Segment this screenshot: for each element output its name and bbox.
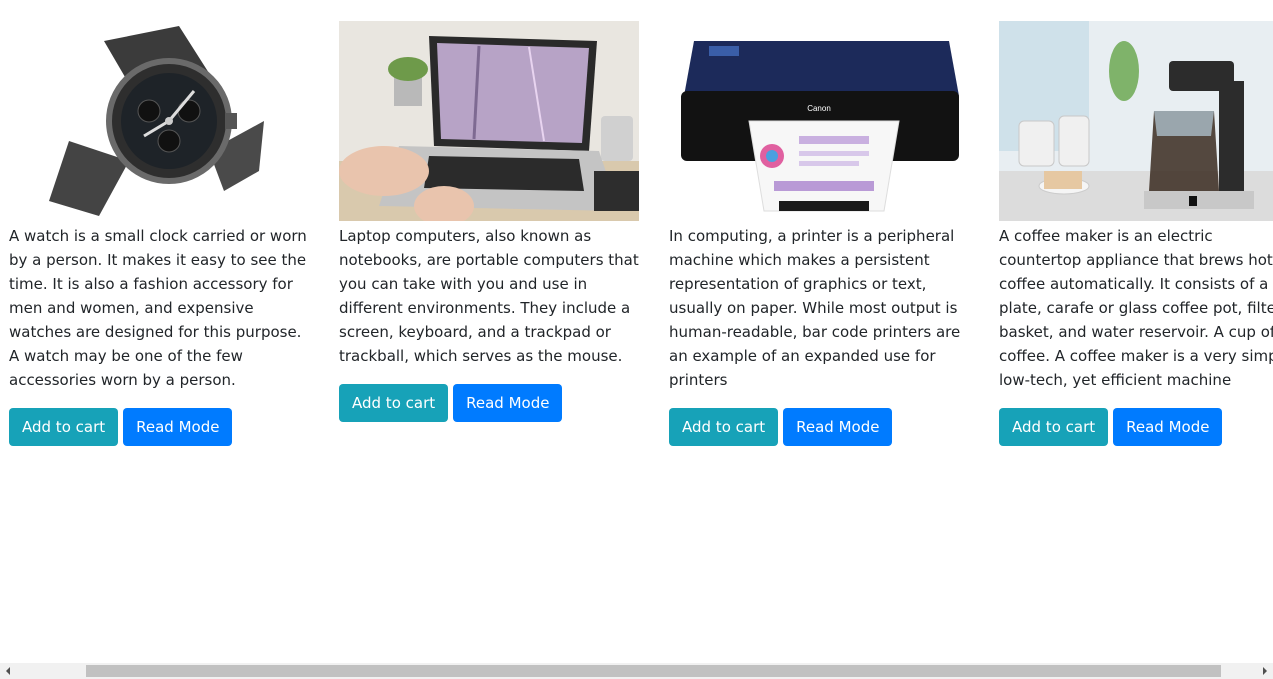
scroll-left-arrow-icon[interactable]	[0, 663, 16, 679]
read-mode-button[interactable]: Read Mode	[783, 408, 893, 446]
coffee-maker-image	[999, 21, 1273, 221]
add-to-cart-button[interactable]: Add to cart	[9, 408, 119, 446]
product-card-watch: A watch is a small clock carried or worn…	[9, 21, 309, 446]
wristwatch-image	[9, 21, 309, 221]
product-description: A coffee maker is an electric countertop…	[999, 227, 1273, 389]
svg-text:Canon: Canon	[807, 104, 831, 113]
product-description: In computing, a printer is a peripheral …	[669, 227, 961, 389]
product-description: A watch is a small clock carried or worn…	[9, 227, 307, 389]
printer-image: Canon	[669, 21, 969, 221]
scroll-right-arrow-icon[interactable]	[1257, 663, 1273, 679]
product-list: A watch is a small clock carried or worn…	[0, 0, 1273, 663]
read-mode-button[interactable]: Read Mode	[123, 408, 233, 446]
add-to-cart-button[interactable]: Add to cart	[999, 408, 1109, 446]
product-card-laptop: Laptop computers, also known as notebook…	[339, 21, 639, 422]
product-card-coffee-maker: A coffee maker is an electric countertop…	[999, 21, 1273, 446]
product-card-printer: Canon In computing, a printer is a perip…	[669, 21, 969, 446]
scrollbar-thumb[interactable]	[86, 665, 1221, 677]
add-to-cart-button[interactable]: Add to cart	[339, 384, 449, 422]
product-description: Laptop computers, also known as notebook…	[339, 227, 639, 365]
read-mode-button[interactable]: Read Mode	[453, 384, 563, 422]
add-to-cart-button[interactable]: Add to cart	[669, 408, 779, 446]
horizontal-scrollbar[interactable]	[0, 663, 1273, 679]
read-mode-button[interactable]: Read Mode	[1113, 408, 1223, 446]
laptop-image	[339, 21, 639, 221]
